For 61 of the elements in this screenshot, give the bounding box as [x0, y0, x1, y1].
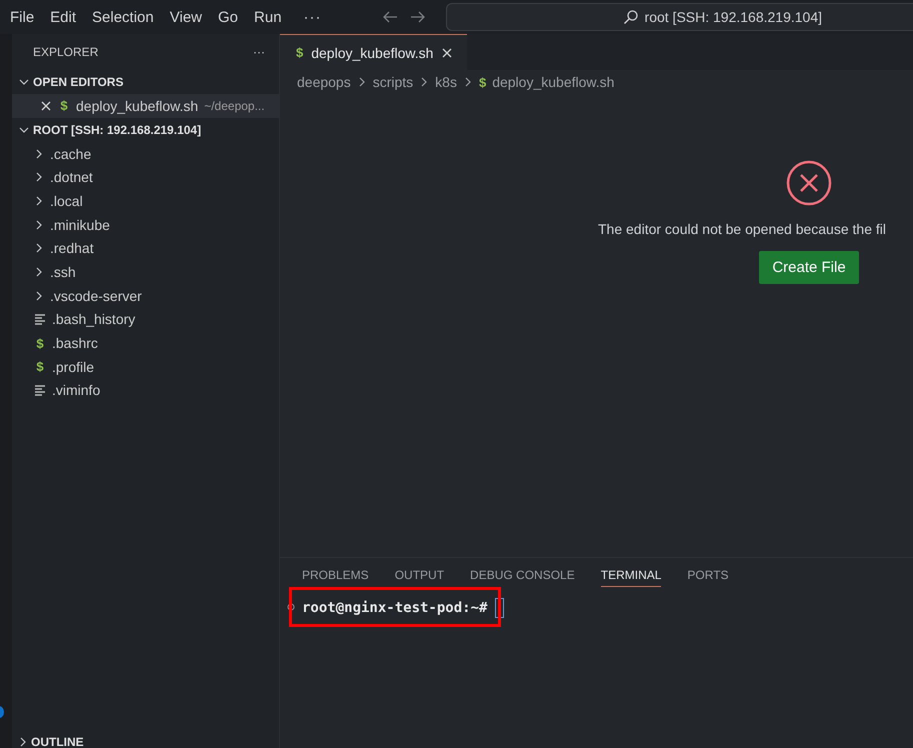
chevron-right-icon [462, 76, 473, 88]
menu-item[interactable]: Run [246, 8, 290, 26]
create-file-button[interactable]: Create File [759, 251, 859, 284]
chevron-right-icon [419, 76, 430, 88]
shell-file-icon: $ [34, 336, 46, 351]
chevron-down-icon [18, 77, 30, 87]
menu-item[interactable]: File [2, 8, 42, 26]
shell-file-icon: $ [296, 45, 304, 60]
close-icon [441, 46, 454, 58]
folder-item[interactable]: .vscode-server [12, 284, 279, 308]
more-actions-button[interactable]: ··· [253, 45, 265, 59]
file-name: deploy_kubeflow.sh [76, 98, 198, 114]
folder-item[interactable]: .cache [12, 142, 279, 166]
open-editor-item[interactable]: $ deploy_kubeflow.sh ~/deepop... [12, 94, 279, 118]
section-header[interactable]: OUTLINE [12, 730, 279, 748]
panel-tab[interactable]: PORTS [687, 568, 729, 587]
shell-file-icon: $ [478, 74, 486, 90]
section-header[interactable]: OPEN EDITORS [12, 70, 279, 94]
panel-tab[interactable]: OUTPUT [394, 568, 444, 587]
shell-file-icon: $ [58, 98, 70, 114]
tree-entry[interactable]: .bash_history [12, 308, 279, 332]
folder-item[interactable]: .ssh [12, 260, 279, 284]
close-icon [40, 100, 52, 112]
error-icon [786, 160, 832, 206]
command-center-search[interactable]: root [SSH: 192.168.219.104] [446, 3, 913, 31]
circle-icon [287, 603, 295, 611]
more-menu-button[interactable]: ··· [296, 8, 330, 26]
text-file-icon [34, 384, 46, 396]
chevron-right-icon [356, 76, 367, 88]
error-message: The editor could not be opened because the fil [598, 221, 886, 237]
chevron-down-icon [18, 124, 30, 135]
breadcrumb-item[interactable]: scripts [372, 74, 414, 90]
text-file-icon [34, 313, 46, 326]
breadcrumb-item[interactable]: deploy_kubeflow.sh [492, 74, 614, 90]
folder-item[interactable]: .redhat [12, 236, 279, 260]
terminal-prompt: root@nginx-test-pod:~# [302, 600, 488, 616]
menu-item[interactable]: Selection [84, 8, 162, 26]
folder-item[interactable]: .local [12, 189, 279, 213]
tree-entry[interactable]: .viminfo [12, 378, 279, 402]
sidebar-title: EXPLORER [33, 45, 98, 59]
menu-item[interactable]: Edit [42, 8, 84, 26]
breadcrumb-item[interactable]: deepops [297, 74, 351, 90]
tree-entry[interactable]: $ .profile [12, 354, 279, 379]
back-arrow-icon[interactable] [382, 10, 398, 24]
folder-item[interactable]: .dotnet [12, 165, 279, 190]
shell-file-icon: $ [34, 359, 46, 374]
folder-item[interactable]: .minikube [12, 212, 279, 236]
panel-tab[interactable]: DEBUG CONSOLE [470, 568, 575, 587]
menu-item[interactable]: Go [210, 8, 246, 26]
cursor [495, 598, 504, 618]
file-path: ~/deepop... [204, 98, 265, 113]
panel-tab[interactable]: TERMINAL [600, 568, 662, 587]
panel-tab[interactable]: PROBLEMS [302, 568, 369, 587]
section-header[interactable]: ROOT [SSH: 192.168.219.104] [12, 118, 279, 142]
chevron-right-icon [18, 736, 28, 748]
breadcrumb-item[interactable]: k8s [435, 74, 457, 90]
editor-tab[interactable]: $ deploy_kubeflow.sh [280, 34, 468, 70]
search-icon [622, 9, 639, 25]
forward-arrow-icon[interactable] [410, 10, 426, 24]
menu-item[interactable]: View [162, 8, 210, 26]
tree-entry[interactable]: $ .bashrc [12, 331, 279, 355]
